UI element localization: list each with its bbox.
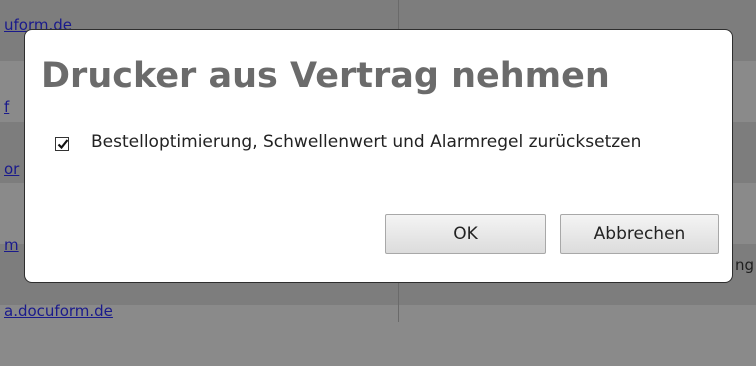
dialog-title: Drucker aus Vertrag nehmen	[41, 56, 610, 96]
ok-button[interactable]: OK	[385, 214, 546, 254]
background-link[interactable]: a.docuform.de	[4, 302, 113, 320]
confirm-dialog: Drucker aus Vertrag nehmen Bestelloptimi…	[24, 29, 733, 283]
reset-checkbox-label[interactable]: Bestelloptimierung, Schwellenwert und Al…	[91, 128, 651, 156]
background-cell-text: ng	[735, 256, 755, 274]
checkmark-icon	[57, 139, 69, 150]
background-link[interactable]: f	[4, 98, 9, 116]
reset-checkbox[interactable]	[55, 137, 69, 151]
background-link[interactable]: m	[4, 236, 19, 254]
background-link[interactable]: or	[4, 160, 19, 178]
background-row	[0, 305, 756, 366]
cancel-button[interactable]: Abbrechen	[560, 214, 719, 254]
